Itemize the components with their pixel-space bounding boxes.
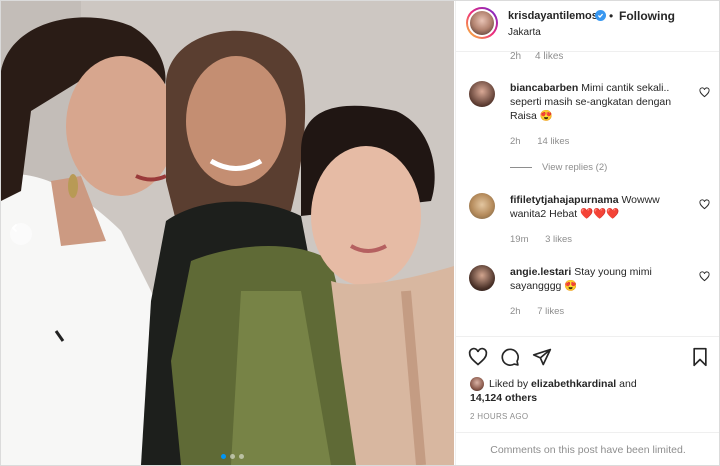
comment-meta: 2h 7 likes (510, 306, 578, 317)
comment-time: 19m (510, 234, 529, 245)
post-location[interactable]: Jakarta (508, 27, 541, 38)
commenter-avatar[interactable] (469, 81, 495, 107)
comment-likes[interactable]: 4 likes (535, 51, 563, 62)
heart-icon[interactable] (468, 347, 488, 367)
liked-by-and: and (619, 378, 637, 390)
post-timestamp[interactable]: 2 HOURS AGO (470, 412, 528, 421)
comment-time: 2h (510, 306, 521, 317)
comment-icon[interactable] (500, 347, 520, 367)
liked-by-username[interactable]: elizabethkardinal (531, 378, 616, 390)
comment-text: angie.lestari Stay young mimi sayangggg … (510, 265, 690, 293)
liker-avatar[interactable] (470, 377, 484, 392)
carousel-dot-active (221, 454, 226, 459)
following-button[interactable]: Following (619, 9, 675, 23)
commenter-avatar[interactable] (469, 265, 495, 291)
comment-likes[interactable]: 7 likes (537, 306, 564, 317)
heart-icon[interactable] (699, 271, 710, 282)
verified-icon (595, 10, 606, 21)
view-replies-button[interactable]: View replies (2) (510, 162, 607, 173)
commenter-username[interactable]: biancabarben (510, 82, 578, 94)
view-replies-label: View replies (2) (542, 162, 608, 173)
post-header: krisdayantilemos • Following Jakarta (456, 1, 719, 52)
commenter-avatar[interactable] (469, 193, 495, 219)
comment-time: 2h (510, 136, 521, 147)
share-icon[interactable] (532, 347, 552, 367)
heart-icon[interactable] (699, 199, 710, 210)
author-username[interactable]: krisdayantilemos (508, 10, 598, 22)
likes-count[interactable]: 14,124 others (470, 392, 537, 404)
comment-time: 2h (510, 51, 522, 62)
comment-text: biancabarben Mimi cantik sekali.. sepert… (510, 81, 690, 123)
header-separator: • (609, 9, 614, 23)
photo-illustration (1, 1, 454, 465)
comment-text: fifiletytjahajapurnama Wowww wanita2 Heb… (510, 193, 690, 221)
post-side-panel: krisdayantilemos • Following Jakarta 2h … (455, 1, 719, 465)
carousel-dot (230, 454, 235, 459)
comment-meta: 19m 3 likes (510, 234, 586, 245)
heart-icon[interactable] (699, 87, 710, 98)
comment-likes[interactable]: 14 likes (537, 136, 569, 147)
carousel-dots (221, 454, 244, 459)
post-photo[interactable] (1, 1, 454, 465)
comment-meta: 2h 14 likes (510, 136, 583, 147)
comments-list[interactable]: 2h 4 likes biancabarben Mimi cantik seka… (456, 51, 719, 336)
commenter-username[interactable]: angie.lestari (510, 266, 571, 278)
carousel-dot (239, 454, 244, 459)
carousel-prev-button[interactable] (10, 223, 32, 245)
comments-limited-notice: Comments on this post have been limited. (456, 432, 719, 465)
comment-likes[interactable]: 3 likes (545, 234, 572, 245)
author-avatar[interactable] (466, 7, 498, 39)
liked-by: Liked by elizabethkardinal and 14,124 ot… (470, 377, 710, 405)
liked-by-prefix: Liked by (489, 378, 529, 390)
previous-comment-meta: 2h 4 likes (510, 51, 563, 62)
commenter-username[interactable]: fifiletytjahajapurnama (510, 194, 619, 206)
bookmark-icon[interactable] (690, 347, 710, 367)
chevron-left-icon (11, 223, 18, 233)
post-frame: krisdayantilemos • Following Jakarta 2h … (0, 0, 720, 466)
post-actions (456, 336, 719, 377)
